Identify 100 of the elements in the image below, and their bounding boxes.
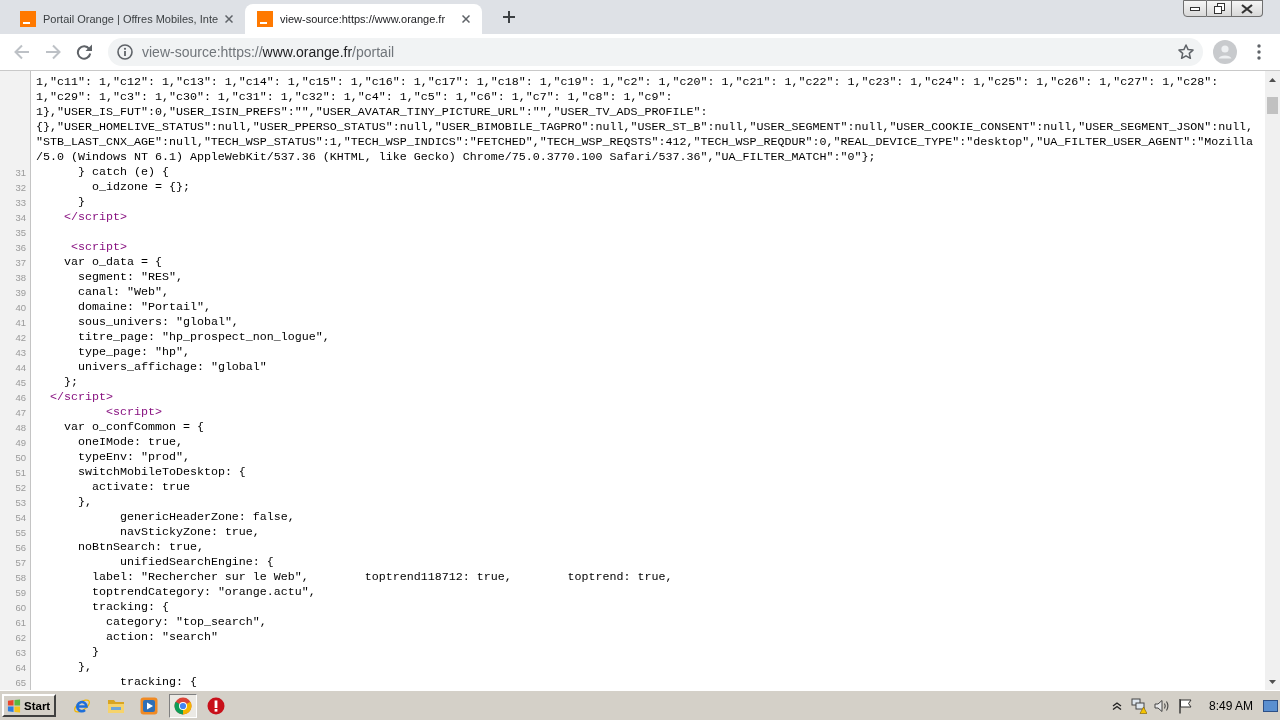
code-line: noBtnSearch: true, <box>78 540 204 554</box>
code-line: </script> <box>50 390 113 404</box>
code-line: /5.0 (Windows NT 6.1) AppleWebKit/537.36 (KHTML, like Gecko) Chrome/75.0.3770.100 Safari/537.36","UA_FILTER_MATCH":"0"}; <box>36 150 876 164</box>
reload-icon[interactable] <box>76 44 92 60</box>
line-number: 57 <box>14 556 27 570</box>
minimize-icon <box>1190 6 1200 11</box>
code-line: oneIMode: true, <box>78 435 183 449</box>
desktop-icon[interactable] <box>1263 699 1278 712</box>
plus-icon[interactable] <box>503 11 515 23</box>
code-line: domaine: "Portail", <box>78 300 211 314</box>
info-icon[interactable] <box>117 44 133 60</box>
code-line: var o_confCommon = { <box>64 420 204 434</box>
code-line: titre_page: "hp_prospect_non_logue", <box>78 330 330 344</box>
code-line: segment: "RES", <box>78 270 183 284</box>
browser-tab[interactable]: Portail Orange | Offres Mobiles, Inte <box>8 4 245 34</box>
code-line: tracking: { <box>91 600 169 614</box>
caret-icon[interactable] <box>1111 701 1122 710</box>
code-line: } catch (e) { <box>78 165 169 179</box>
minimize-button[interactable] <box>1183 0 1207 17</box>
code-line: genericHeaderZone: false, <box>119 510 295 524</box>
code-line: 1},"USER_IS_FUT":0,"USER_ISIN_PREFS":"","USER_AVATAR_TINY_PICTURE_URL":"","USER_TV_ADS_PROFILE": <box>36 105 708 119</box>
line-number: 47 <box>14 406 27 420</box>
code-line: o_idzone = {}; <box>91 180 190 194</box>
scrollbar-thumb[interactable] <box>1267 97 1278 114</box>
line-number: 41 <box>14 316 27 330</box>
code-line: <script> <box>105 405 162 419</box>
code-line: toptrendCategory: "orange.actu", <box>91 585 316 599</box>
line-number: 43 <box>14 346 27 360</box>
line-number: 51 <box>14 466 27 480</box>
line-number: 55 <box>14 526 27 540</box>
code-line: navStickyZone: true, <box>119 525 260 539</box>
code-line: unifiedSearchEngine: { <box>119 555 274 569</box>
line-number: 62 <box>14 631 27 645</box>
line-number: 45 <box>14 376 27 390</box>
line-number: 33 <box>14 196 27 210</box>
alert-icon <box>207 696 226 715</box>
line-number: 60 <box>14 601 27 615</box>
close-icon[interactable] <box>225 15 233 23</box>
taskbar-button[interactable] <box>168 693 197 718</box>
scroll-down-icon[interactable] <box>1269 679 1276 684</box>
code-line: action: "search" <box>105 630 218 644</box>
line-number: 48 <box>14 421 27 435</box>
flag-logo-icon <box>7 698 21 713</box>
line-number: 36 <box>14 241 27 255</box>
code-line: } <box>91 645 99 659</box>
line-number: 32 <box>14 181 27 195</box>
network-warning-icon[interactable] <box>1130 697 1147 714</box>
line-number: 38 <box>14 271 27 285</box>
code-line: } <box>78 195 85 209</box>
code-line: tracking: { <box>119 675 197 689</box>
scrollbar[interactable] <box>1265 71 1280 690</box>
close-icon <box>1241 3 1253 14</box>
code-line: }, <box>78 660 92 674</box>
url-text: view-source:https://www.orange.fr/portail <box>142 44 395 60</box>
code-line: {},"USER_HOMELIVE_STATUS":null,"USER_PPERSO_STATUS":null,"USER_BIMOBILE_TAGPRO":null,"USER_ST_B":null,"USER_SEGMENT":null,"USER_COOKIE_CONSENT":null,"USER_SEGMENT_JSON":null, <box>36 120 1254 134</box>
line-number: 52 <box>14 481 27 495</box>
line-number: 35 <box>14 226 27 240</box>
favicon-icon <box>257 11 273 27</box>
start-button[interactable]: Start <box>2 694 57 717</box>
code-line: <script> <box>71 240 127 254</box>
speaker-icon[interactable] <box>1153 697 1170 714</box>
code-line: }, <box>78 495 92 509</box>
line-number: 40 <box>14 301 27 315</box>
code-line: "STB_LAST_CNX_AGE":null,"TECH_WSP_STATUS":1,"TECH_WSP_INDICS":"FETCHED","TECH_WSP_REQSTS":412,"TECH_WSP_REQDUR":0,"REAL_DEVICE_TYPE":"desktop","UA_FILTER_USER_AGENT":"Mozilla <box>36 135 1254 149</box>
browser-tab[interactable]: view-source:https://www.orange.fr <box>245 4 482 34</box>
line-number: 58 <box>14 571 27 585</box>
line-number: 50 <box>14 451 27 465</box>
code-line: activate: true <box>91 480 190 494</box>
code-line: switchMobileToDesktop: { <box>78 465 246 479</box>
line-number: 39 <box>14 286 27 300</box>
code-line: label: "Rechercher sur le Web", toptrend118712: true, toptrend: true, <box>91 570 673 584</box>
close-window-button[interactable] <box>1232 0 1263 17</box>
line-number: 44 <box>14 361 27 375</box>
code-line: 1,"c11": 1,"c12": 1,"c13": 1,"c14": 1,"c15": 1,"c16": 1,"c17": 1,"c18": 1,"c19": 1,"c2": 1,"c20": 1,"c21": 1,"c22": 1,"c23": 1,"c24": 1,"c25": 1,"c26": 1,"c27": 1,"c28": <box>36 75 1219 89</box>
close-icon[interactable] <box>462 15 470 23</box>
restore-button[interactable] <box>1207 0 1232 17</box>
line-number: 59 <box>14 586 27 600</box>
address-bar[interactable]: view-source:https://www.orange.fr/portail <box>108 38 1203 66</box>
code-line: sous_univers: "global", <box>78 315 239 329</box>
code-line: 1,"c29": 1,"c3": 1,"c30": 1,"c31": 1,"c32": 1,"c4": 1,"c5": 1,"c6": 1,"c7": 1,"c8": 1,"c9": <box>36 90 673 104</box>
line-number: 42 <box>14 331 27 345</box>
scroll-up-icon[interactable] <box>1269 77 1276 82</box>
code-line: type_page: "hp", <box>78 345 190 359</box>
browser-icon <box>73 696 92 715</box>
line-number: 54 <box>14 511 27 525</box>
star-icon[interactable] <box>1178 44 1194 60</box>
code-line: canal: "Web", <box>78 285 169 299</box>
favicon-icon <box>20 11 36 27</box>
line-number: 65 <box>14 676 27 690</box>
code-line: </script> <box>64 210 127 224</box>
code-line: typeEnv: "prod", <box>78 450 190 464</box>
restore-icon <box>1213 3 1225 14</box>
clock-text: 8:49 AM <box>1208 698 1253 713</box>
line-number: 56 <box>14 541 27 555</box>
line-number: 31 <box>14 166 27 180</box>
line-number: 61 <box>14 616 27 630</box>
menu-icon[interactable] <box>1257 44 1261 60</box>
line-number: 53 <box>14 496 27 510</box>
flag-icon[interactable] <box>1176 697 1193 714</box>
code-line: }; <box>64 375 78 389</box>
